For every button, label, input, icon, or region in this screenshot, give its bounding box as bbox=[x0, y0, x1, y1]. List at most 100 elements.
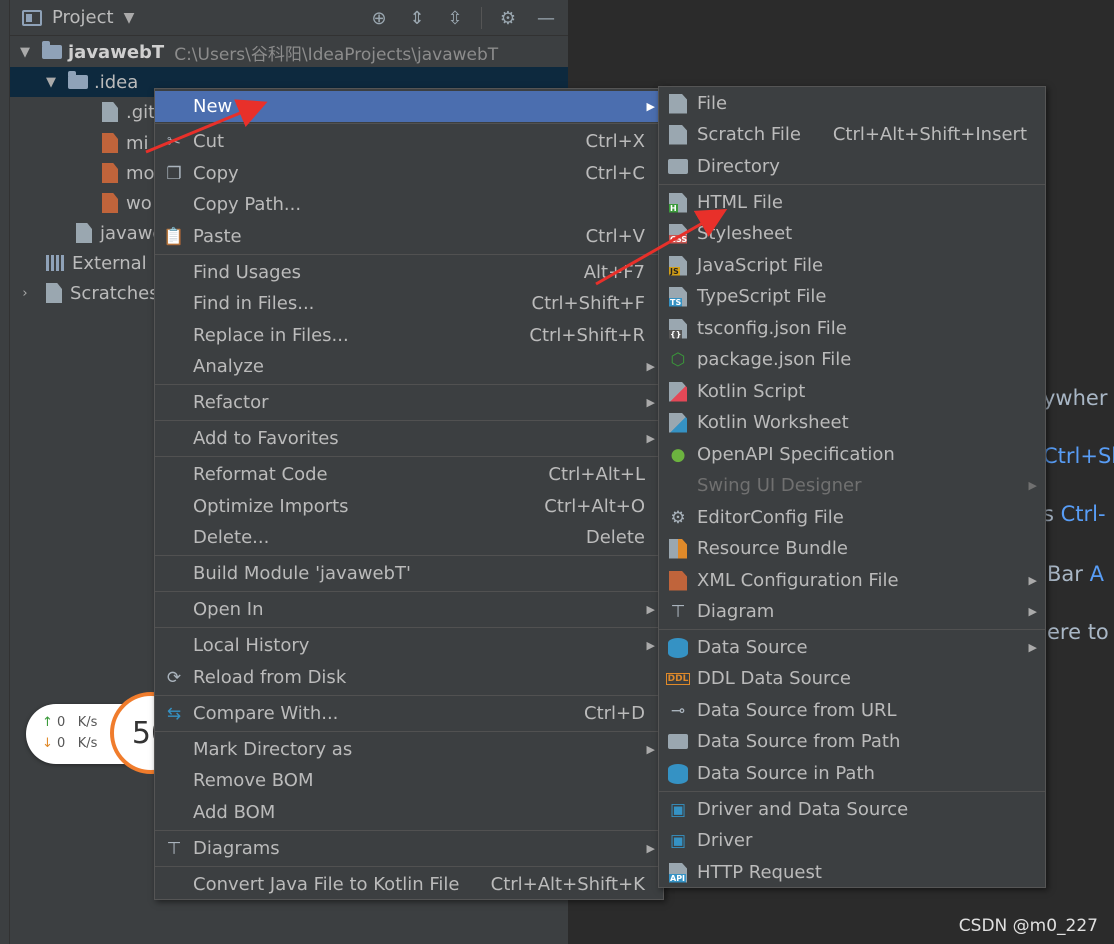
chevron-down-icon[interactable]: ▼ bbox=[44, 75, 58, 90]
minimize-icon[interactable]: — bbox=[534, 6, 558, 30]
menu-item-replace-in-files[interactable]: Replace in Files... Ctrl+Shift+R bbox=[155, 320, 663, 351]
submenu-item-scratch-file[interactable]: Scratch File Ctrl+Alt+Shift+Insert bbox=[659, 119, 1045, 150]
submenu-item-kotlin-worksheet[interactable]: Kotlin Worksheet bbox=[659, 407, 1045, 438]
submenu-arrow-icon: ▶ bbox=[646, 743, 655, 756]
chevron-down-icon[interactable]: ▼ bbox=[124, 10, 135, 26]
gear-icon[interactable]: ⚙ bbox=[496, 6, 520, 30]
submenu-item-swing-ui-designer[interactable]: Swing UI Designer ▶ bbox=[659, 470, 1045, 501]
submenu-item-resource-bundle[interactable]: Resource Bundle bbox=[659, 533, 1045, 564]
menu-item-compare-with[interactable]: ⇆ Compare With... Ctrl+D bbox=[155, 698, 663, 729]
menu-item-delete[interactable]: Delete... Delete bbox=[155, 522, 663, 553]
menu-item-open-in[interactable]: Open In ▶ bbox=[155, 594, 663, 625]
submenu-item-data-source-from-path[interactable]: Data Source from Path bbox=[659, 726, 1045, 757]
menu-item-remove-bom[interactable]: Remove BOM bbox=[155, 765, 663, 796]
driver-icon: ▣ bbox=[669, 799, 687, 820]
menu-item-cut[interactable]: ✂ Cut Ctrl+X bbox=[155, 126, 663, 157]
collapse-all-icon[interactable]: ⇳ bbox=[443, 6, 467, 30]
submenu-item-editorconfig[interactable]: ⚙ EditorConfig File bbox=[659, 502, 1045, 533]
driver-icon: ▣ bbox=[669, 830, 687, 851]
download-speed: ↓ 0 K/s bbox=[42, 736, 98, 751]
tree-item-iml[interactable]: javawe bbox=[76, 218, 164, 248]
submenu-item-diagram[interactable]: ⊤ Diagram ▶ bbox=[659, 596, 1045, 627]
menu-item-analyze[interactable]: Analyze ▶ bbox=[155, 351, 663, 382]
submenu-item-ddl-data-source[interactable]: DDL DDL Data Source bbox=[659, 663, 1045, 694]
submenu-item-kotlin-script[interactable]: Kotlin Script bbox=[659, 376, 1045, 407]
chevron-right-icon[interactable]: › bbox=[18, 286, 32, 301]
tree-item-project-root[interactable]: ▼ javawebT C:\Users\谷科阳\IdeaProjects\jav… bbox=[18, 37, 498, 67]
submenu-item-driver[interactable]: ▣ Driver bbox=[659, 825, 1045, 856]
submenu-arrow-icon: ▶ bbox=[646, 360, 655, 373]
tree-item-external-libraries[interactable]: External L bbox=[46, 248, 162, 278]
expand-all-icon[interactable]: ⇕ bbox=[405, 6, 429, 30]
scissors-icon: ✂ bbox=[166, 131, 182, 152]
tree-item-gitignore[interactable]: .git bbox=[102, 97, 155, 127]
tree-item-workspace[interactable]: wo bbox=[102, 188, 152, 218]
tree-item-label: wo bbox=[126, 192, 152, 214]
menu-item-copy-path[interactable]: Copy Path... bbox=[155, 189, 663, 220]
menu-item-reformat-code[interactable]: Reformat Code Ctrl+Alt+L bbox=[155, 459, 663, 490]
locate-icon[interactable]: ⊕ bbox=[367, 6, 391, 30]
menu-item-convert-java-to-kotlin[interactable]: Convert Java File to Kotlin File Ctrl+Alt… bbox=[155, 869, 663, 900]
scratch-file-icon bbox=[667, 124, 689, 146]
upload-speed: ↑ 0 K/s bbox=[42, 715, 98, 730]
submenu-item-xml-configuration[interactable]: XML Configuration File ▶ bbox=[659, 565, 1045, 596]
menu-item-add-bom[interactable]: Add BOM bbox=[155, 797, 663, 828]
project-panel-header[interactable]: Project ▼ ⊕ ⇕ ⇳ ⚙ — bbox=[10, 0, 568, 36]
ignored-file-icon bbox=[102, 102, 118, 122]
submenu-arrow-icon: ▶ bbox=[646, 100, 655, 113]
submenu-item-directory[interactable]: Directory bbox=[659, 151, 1045, 182]
editor-hint-5: ere to bbox=[1047, 620, 1109, 644]
menu-item-new[interactable]: New ▶ bbox=[155, 91, 663, 122]
tree-item-misc[interactable]: mi bbox=[102, 128, 149, 158]
submenu-item-driver-and-data-source[interactable]: ▣ Driver and Data Source bbox=[659, 794, 1045, 825]
submenu-item-html-file[interactable]: H HTML File bbox=[659, 187, 1045, 218]
menu-item-reload-from-disk[interactable]: ⟳ Reload from Disk bbox=[155, 662, 663, 693]
toolbar-divider bbox=[481, 7, 482, 29]
menu-item-build-module[interactable]: Build Module 'javawebT' bbox=[155, 558, 663, 589]
nodejs-icon: ⬡ bbox=[670, 349, 686, 370]
submenu-item-stylesheet[interactable]: CSS Stylesheet bbox=[659, 218, 1045, 249]
project-panel-title: Project bbox=[52, 7, 114, 28]
tree-item-label: Scratches bbox=[70, 282, 159, 304]
menu-item-local-history[interactable]: Local History ▶ bbox=[155, 630, 663, 661]
menu-item-diagrams[interactable]: ⊤ Diagrams ▶ bbox=[155, 833, 663, 864]
tree-item-label: mo bbox=[126, 162, 155, 184]
project-path: C:\Users\谷科阳\IdeaProjects\javawebT bbox=[174, 44, 499, 65]
tree-item-modules[interactable]: mo bbox=[102, 158, 155, 188]
menu-item-add-to-favorites[interactable]: Add to Favorites ▶ bbox=[155, 423, 663, 454]
tree-item-label: External L bbox=[72, 252, 163, 274]
submenu-item-http-request[interactable]: API HTTP Request bbox=[659, 857, 1045, 888]
submenu-item-package-json[interactable]: ⬡ package.json File bbox=[659, 344, 1045, 375]
kotlin-icon bbox=[667, 381, 689, 403]
open-folder-icon bbox=[667, 731, 689, 753]
diagram-icon: ⊤ bbox=[166, 838, 182, 859]
menu-item-mark-directory-as[interactable]: Mark Directory as ▶ bbox=[155, 734, 663, 765]
menu-item-copy[interactable]: ❐ Copy Ctrl+C bbox=[155, 158, 663, 189]
submenu-arrow-icon: ▶ bbox=[1028, 641, 1037, 654]
menu-item-find-usages[interactable]: Find Usages Alt+F7 bbox=[155, 257, 663, 288]
reload-icon: ⟳ bbox=[166, 667, 182, 688]
submenu-arrow-icon: ▶ bbox=[646, 639, 655, 652]
module-folder-icon bbox=[42, 41, 62, 59]
chevron-down-icon[interactable]: ▼ bbox=[18, 45, 32, 60]
submenu-item-openapi[interactable]: ● OpenAPI Specification bbox=[659, 439, 1045, 470]
submenu-item-data-source-from-url[interactable]: ⊸ Data Source from URL bbox=[659, 695, 1045, 726]
menu-item-paste[interactable]: 📋 Paste Ctrl+V bbox=[155, 221, 663, 252]
menu-item-refactor[interactable]: Refactor ▶ bbox=[155, 387, 663, 418]
submenu-item-data-source-in-path[interactable]: Data Source in Path bbox=[659, 758, 1045, 789]
submenu-arrow-icon: ▶ bbox=[1028, 574, 1037, 587]
submenu-item-typescript-file[interactable]: TS TypeScript File bbox=[659, 281, 1045, 312]
tree-item-label: .idea bbox=[94, 71, 139, 93]
submenu-item-javascript-file[interactable]: JS JavaScript File bbox=[659, 250, 1045, 281]
ts-file-icon: TS bbox=[667, 286, 689, 308]
menu-item-optimize-imports[interactable]: Optimize Imports Ctrl+Alt+O bbox=[155, 491, 663, 522]
tree-item-label: .git bbox=[126, 101, 156, 123]
submenu-item-data-source[interactable]: Data Source ▶ bbox=[659, 632, 1045, 663]
submenu-item-file[interactable]: File bbox=[659, 88, 1045, 119]
watermark: CSDN @m0_227 bbox=[958, 916, 1098, 936]
submenu-item-tsconfig[interactable]: {} tsconfig.json File bbox=[659, 313, 1045, 344]
file-icon bbox=[667, 93, 689, 115]
tree-item-scratches[interactable]: › Scratches bbox=[18, 278, 159, 308]
folder-icon bbox=[667, 156, 689, 178]
menu-item-find-in-files[interactable]: Find in Files... Ctrl+Shift+F bbox=[155, 288, 663, 319]
